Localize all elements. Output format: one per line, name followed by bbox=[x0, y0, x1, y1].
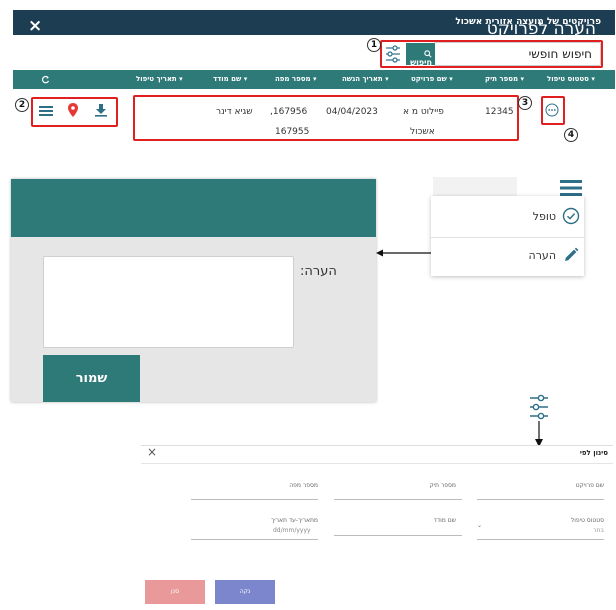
hamburger-icon bbox=[39, 106, 53, 116]
sync-icon[interactable] bbox=[41, 75, 50, 84]
close-icon[interactable]: × bbox=[147, 445, 157, 459]
map-location-button[interactable] bbox=[68, 103, 78, 117]
clear-filter-button[interactable]: נקה bbox=[215, 580, 275, 604]
callout-box-row bbox=[133, 95, 519, 141]
column-header-project-name[interactable]: שם פרויקט ▾ bbox=[411, 75, 453, 83]
filter-sliders-illustration bbox=[528, 393, 550, 421]
column-header-submit-date[interactable]: תאריך הגשה ▾ bbox=[342, 75, 389, 83]
filter-label-map-number: מספר מפה bbox=[289, 482, 318, 489]
hamburger-icon bbox=[560, 180, 582, 196]
filter-select-status[interactable] bbox=[477, 539, 604, 540]
menu-divider bbox=[431, 237, 584, 238]
callout-box-search bbox=[380, 40, 603, 68]
column-header-status[interactable]: סטטוס טיפול ▾ bbox=[547, 75, 595, 83]
menu-item-comment-label: הערה bbox=[528, 249, 556, 262]
table-header: סטטוס טיפול ▾ מספר תיק ▾ שם פרויקט ▾ תאר… bbox=[13, 70, 615, 89]
filter-label-project-name: שם פרויקט bbox=[575, 482, 604, 489]
column-header-surveyor[interactable]: שם מודד ▾ bbox=[213, 75, 247, 83]
menu-item-handled[interactable]: טופל bbox=[500, 207, 580, 227]
filter-input-date-range[interactable]: dd/mm/yyyy bbox=[273, 527, 311, 534]
filter-panel-divider bbox=[141, 463, 613, 464]
cell-surveyor[interactable]: שגיא דינר bbox=[216, 107, 253, 117]
filter-input-surveyor[interactable] bbox=[334, 535, 462, 536]
check-circle-icon bbox=[562, 207, 580, 225]
callout-badge-1: 1 bbox=[367, 38, 381, 52]
comment-field-label: הערה: bbox=[300, 264, 337, 279]
cell-case-number[interactable]: 12345 bbox=[485, 107, 514, 117]
arrow-to-filter-panel bbox=[535, 421, 543, 447]
filter-label-date-range: מתאריך-עד תאריך bbox=[271, 517, 318, 524]
cell-map-number-2[interactable]: 167955 bbox=[275, 127, 309, 137]
sliders-icon bbox=[530, 394, 548, 420]
map-pin-icon bbox=[68, 103, 78, 117]
filter-panel-title: סינון לפי bbox=[579, 449, 608, 457]
arrow-to-dialog bbox=[376, 249, 431, 257]
filter-input-map-number[interactable] bbox=[191, 499, 318, 500]
cell-project-name-1[interactable]: פיילוט מ א bbox=[403, 107, 444, 117]
menu-item-comment[interactable]: הערה bbox=[500, 246, 580, 266]
cell-project-name-2[interactable]: אשכול bbox=[410, 127, 435, 137]
menu-button[interactable] bbox=[38, 104, 54, 118]
filter-label-case-number: מספר תיק bbox=[429, 482, 456, 489]
more-options-button[interactable] bbox=[545, 103, 559, 117]
cell-map-number-1[interactable]: ,167956 bbox=[270, 107, 307, 117]
filter-status-selected: בחר bbox=[593, 527, 604, 534]
chevron-down-icon: ⌄ bbox=[477, 522, 483, 529]
close-icon[interactable]: × bbox=[28, 16, 42, 36]
callout-badge-4: 4 bbox=[564, 128, 578, 142]
download-icon bbox=[95, 104, 107, 117]
save-button[interactable]: שמור bbox=[43, 355, 140, 402]
comment-dialog-header bbox=[11, 179, 376, 237]
more-horizontal-icon bbox=[545, 103, 559, 117]
filter-label-surveyor: שם מודד bbox=[433, 517, 456, 524]
filter-input-case-number[interactable] bbox=[334, 499, 462, 500]
filter-panel bbox=[141, 445, 613, 610]
comment-dialog-title: הערה לפרויקט bbox=[486, 19, 596, 39]
callout-badge-2: 2 bbox=[15, 98, 29, 112]
menu-item-handled-label: טופל bbox=[532, 210, 556, 223]
download-button[interactable] bbox=[94, 103, 108, 117]
column-header-case-number[interactable]: מספר תיק ▾ bbox=[485, 75, 524, 83]
filter-label-status: סטטוס טיפול bbox=[570, 517, 604, 524]
filter-date-underline bbox=[191, 539, 318, 540]
filter-input-project-name[interactable] bbox=[477, 499, 604, 500]
cell-submit-date[interactable]: 04/04/2023 bbox=[326, 107, 378, 117]
comment-textarea[interactable] bbox=[43, 256, 294, 348]
column-header-map-number[interactable]: מספר מפה ▾ bbox=[275, 75, 317, 83]
column-header-handling-date[interactable]: תאריך טיפול ▾ bbox=[136, 75, 183, 83]
apply-filter-button[interactable]: סנן bbox=[145, 580, 205, 604]
callout-badge-3: 3 bbox=[518, 96, 532, 110]
pencil-icon bbox=[565, 247, 579, 261]
menu-button-large[interactable] bbox=[560, 179, 582, 197]
